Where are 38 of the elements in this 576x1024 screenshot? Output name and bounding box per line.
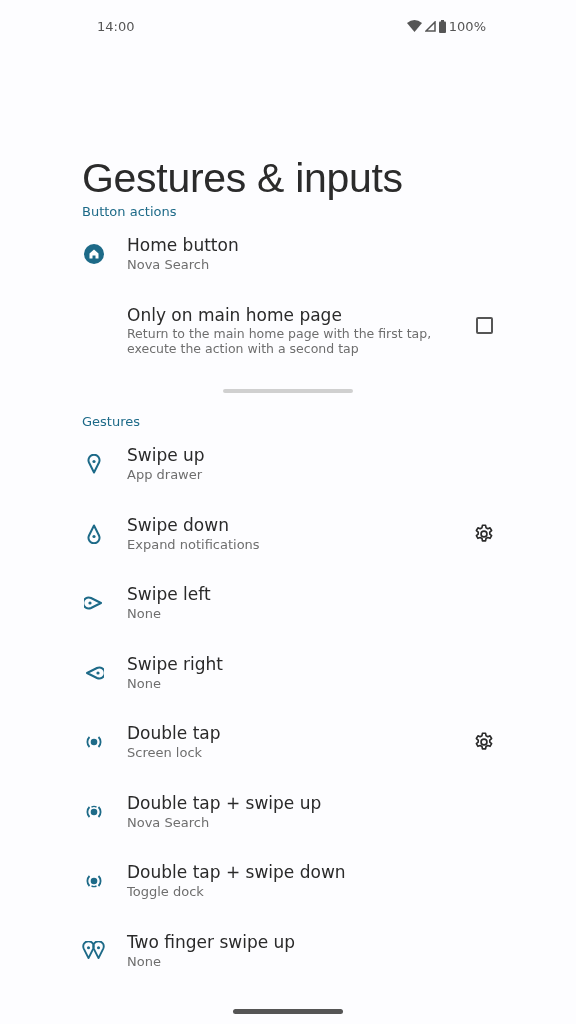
setting-title[interactable]: Swipe down <box>127 513 462 536</box>
setting-summary: Screen lock <box>127 744 204 762</box>
setting-title[interactable]: Home button <box>127 234 462 256</box>
setting-summary: Nova Search <box>127 813 211 832</box>
setting-title[interactable]: Double tap <box>127 722 462 744</box>
checkbox[interactable] <box>475 317 493 334</box>
battery-icon <box>438 19 446 33</box>
setting-title[interactable]: Only on main home page <box>127 303 462 326</box>
settings-icon[interactable] <box>473 731 495 753</box>
setting-title[interactable]: Two finger swipe up <box>127 930 462 953</box>
two-finger-swipe-icon <box>82 940 106 961</box>
setting-title[interactable]: Swipe up <box>127 444 462 466</box>
setting-summary: App drawer <box>127 466 204 484</box>
setting-summary: Nova Search <box>127 256 211 274</box>
section-header: Button actions <box>82 203 178 221</box>
setting-summary: None <box>127 605 162 623</box>
setting-summary: Return to the main home page with the first tap, execute the action with a second tap <box>127 325 433 356</box>
setting-summary: Expand notifications <box>127 535 261 554</box>
swipe-up-icon <box>87 454 101 474</box>
section-header: Gestures <box>82 413 141 431</box>
setting-summary: None <box>127 674 162 693</box>
settings-icon[interactable] <box>473 522 495 545</box>
setting-title[interactable]: Swipe right <box>127 652 462 675</box>
setting-title[interactable]: Double tap + swipe up <box>127 791 462 814</box>
setting-summary: Toggle dock <box>127 883 205 901</box>
setting-summary: None <box>127 952 162 971</box>
page-title: Gestures & inputs <box>82 154 404 202</box>
signal-icon <box>424 20 436 32</box>
navigation-handle[interactable] <box>233 1009 343 1014</box>
setting-title[interactable]: Swipe left <box>127 583 462 605</box>
swipe-left-icon <box>84 596 104 610</box>
status-time: 14:00 <box>97 18 135 34</box>
wifi-icon <box>406 20 422 32</box>
swipe-down-icon <box>87 523 101 544</box>
battery-percentage: 100% <box>448 18 486 34</box>
swipe-right-icon <box>84 665 104 680</box>
setting-title[interactable]: Double tap + swipe down <box>127 861 462 883</box>
home-icon <box>83 243 105 265</box>
